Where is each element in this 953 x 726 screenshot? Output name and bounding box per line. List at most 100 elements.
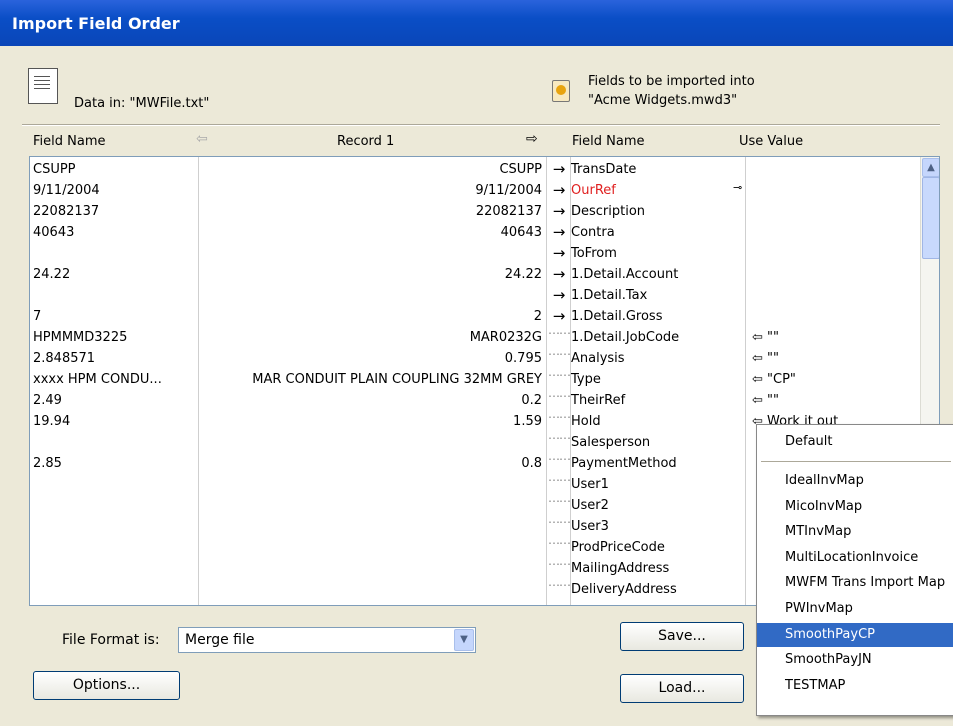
record-value-cell: 0.795 [504, 351, 542, 366]
table-row[interactable]: 7 2 → 1.Detail.Gross [30, 306, 939, 327]
mapping-indicator[interactable]: …… [547, 323, 571, 337]
mapping-indicator[interactable]: → [547, 223, 571, 241]
mapping-indicator[interactable]: …… [547, 386, 571, 400]
source-field-cell: 40643 [33, 225, 75, 240]
use-value-cell: ⇦ "" [752, 330, 779, 345]
target-field-cell: 1.Detail.Account [571, 267, 679, 282]
mapping-indicator[interactable]: …… [547, 365, 571, 379]
table-row[interactable]: → ToFrom [30, 243, 939, 264]
menu-item[interactable]: SmoothPayCP [757, 622, 953, 647]
options-button[interactable]: Options... [33, 671, 180, 700]
target-field-cell: Salesperson [571, 435, 651, 450]
table-row[interactable]: HPMMMD3225 MAR0232G …… 1.Detail.JobCode ⇦ "" [30, 323, 939, 348]
menu-item[interactable]: MWFM Trans Import Map [757, 571, 953, 595]
menu-item-default[interactable]: Default [757, 430, 953, 454]
target-label-line1: Fields to be imported into [588, 74, 755, 89]
record-value-cell: 2 [533, 309, 542, 324]
table-row[interactable]: 9/11/2004 9/11/2004 → OurRef [30, 180, 939, 201]
source-field-cell: 2.49 [33, 393, 62, 408]
source-field-cell: 24.22 [33, 267, 71, 282]
source-field-cell: 7 [33, 309, 42, 324]
target-field-cell: User3 [571, 519, 609, 534]
table-row[interactable]: 24.22 24.22 → 1.Detail.Account [30, 264, 939, 285]
file-format-value: Merge file [185, 632, 255, 648]
menu-item[interactable]: PWInvMap [757, 597, 953, 621]
target-field-cell: 1.Detail.Tax [571, 288, 648, 303]
target-field-cell: ToFrom [571, 246, 617, 261]
source-field-cell: 2.85 [33, 456, 62, 471]
separator [22, 124, 940, 126]
menu-item[interactable]: MTInvMap [757, 520, 953, 544]
target-field-cell: MailingAddress [571, 561, 670, 576]
mapping-indicator[interactable]: …… [547, 428, 571, 442]
mapping-indicator[interactable]: …… [547, 407, 571, 421]
header-use-value: Use Value [739, 134, 804, 149]
target-field-cell: Contra [571, 225, 615, 240]
mapping-indicator[interactable]: → [547, 202, 571, 220]
target-field-cell: TransDate [571, 162, 637, 177]
table-row[interactable]: 2.848571 0.795 …… Analysis ⇦ "" [30, 344, 939, 369]
chevron-down-icon[interactable]: ▼ [454, 629, 474, 651]
target-field-cell: OurRef [571, 183, 616, 198]
menu-item[interactable]: SmoothPayJN [757, 648, 953, 672]
table-row[interactable]: 40643 40643 → Contra [30, 222, 939, 243]
mapping-indicator[interactable]: …… [547, 554, 571, 568]
mapping-indicator[interactable]: …… [547, 575, 571, 589]
table-row[interactable]: → 1.Detail.Tax [30, 285, 939, 306]
record-value-cell: 24.22 [504, 267, 542, 282]
mapping-indicator[interactable]: …… [547, 449, 571, 463]
record-value-cell: 40643 [500, 225, 542, 240]
load-map-menu[interactable]: Default IdealInvMap MicoInvMap MTInvMap Mul… [756, 424, 953, 716]
target-field-cell: DeliveryAddress [571, 582, 677, 597]
menu-separator [761, 461, 951, 462]
target-field-cell: User1 [571, 477, 609, 492]
table-row[interactable]: 2.49 0.2 …… TheirRef ⇦ "" [30, 386, 939, 411]
target-field-cell: 1.Detail.Gross [571, 309, 663, 324]
load-button[interactable]: Load... [620, 674, 744, 703]
menu-item[interactable]: TESTMAP [757, 674, 953, 698]
mapping-indicator[interactable]: → [547, 181, 571, 199]
right-arrow-icon[interactable]: ⇨ [526, 131, 538, 147]
table-row[interactable]: 22082137 22082137 → Description [30, 201, 939, 222]
menu-item[interactable]: IdealInvMap [757, 469, 953, 493]
mapping-indicator[interactable]: …… [547, 533, 571, 547]
save-button[interactable]: Save... [620, 622, 744, 651]
header-field-name: Field Name [33, 134, 106, 149]
left-arrow-icon[interactable]: ⇦ [196, 131, 208, 147]
source-field-cell: 19.94 [33, 414, 71, 429]
source-file-label: Data in: "MWFile.txt" [74, 96, 210, 111]
target-field-cell: Type [571, 372, 601, 387]
record-value-cell: 22082137 [475, 204, 542, 219]
source-field-cell: 22082137 [33, 204, 100, 219]
menu-item[interactable]: MultiLocationInvoice [757, 546, 953, 570]
record-value-cell: CSUPP [499, 162, 542, 177]
source-field-cell: CSUPP [33, 162, 76, 177]
use-value-cell: ⇦ "CP" [752, 372, 796, 387]
header-record: Record 1 [337, 134, 395, 149]
database-file-icon [552, 80, 570, 102]
menu-item[interactable]: MicoInvMap [757, 495, 953, 519]
header-field-name-target: Field Name [572, 134, 645, 149]
mapping-indicator[interactable]: → [547, 244, 571, 262]
mapping-indicator[interactable]: → [547, 160, 571, 178]
target-field-cell: ProdPriceCode [571, 540, 665, 555]
target-field-cell: PaymentMethod [571, 456, 677, 471]
use-value-cell: ⇦ "" [752, 351, 779, 366]
mapping-indicator[interactable]: …… [547, 470, 571, 484]
target-field-cell: Hold [571, 414, 601, 429]
target-field-cell: Description [571, 204, 646, 219]
record-value-cell: 1.59 [513, 414, 542, 429]
mapping-indicator[interactable]: → [547, 286, 571, 304]
mapping-indicator[interactable]: …… [547, 344, 571, 358]
title-bar: Import Field Order [0, 0, 953, 46]
file-format-select[interactable]: Merge file ▼ [178, 627, 476, 653]
scroll-up-icon[interactable]: ▲ [922, 158, 939, 177]
mapping-indicator[interactable]: …… [547, 512, 571, 526]
table-row[interactable]: CSUPP CSUPP → TransDate [30, 159, 939, 180]
use-value-cell: ⇦ "" [752, 393, 779, 408]
scrollbar-thumb[interactable] [922, 177, 939, 259]
mapping-indicator[interactable]: …… [547, 491, 571, 505]
window-title: Import Field Order [12, 14, 180, 33]
mapping-indicator[interactable]: → [547, 265, 571, 283]
table-row[interactable]: xxxx HPM CONDU... MAR CONDUIT PLAIN COUPL… [30, 365, 939, 390]
